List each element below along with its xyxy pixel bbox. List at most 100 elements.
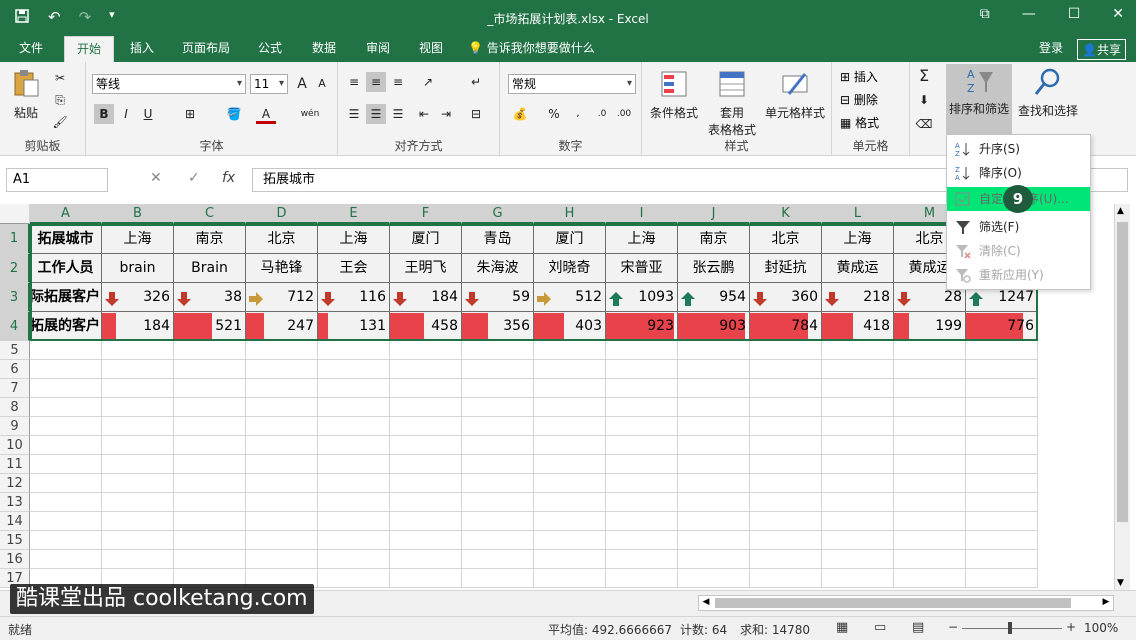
row-header[interactable]: 8 bbox=[0, 398, 30, 417]
databar-cell[interactable]: 199 bbox=[894, 312, 966, 341]
empty-cell[interactable] bbox=[606, 550, 678, 569]
column-header[interactable]: H bbox=[534, 204, 606, 224]
empty-cell[interactable] bbox=[750, 569, 822, 588]
empty-cell[interactable] bbox=[246, 341, 318, 360]
empty-cell[interactable] bbox=[750, 360, 822, 379]
customer-count-cell[interactable]: 954 bbox=[678, 283, 750, 312]
clear-icon[interactable]: ⌫ bbox=[914, 114, 934, 134]
empty-cell[interactable] bbox=[390, 550, 462, 569]
empty-cell[interactable] bbox=[246, 455, 318, 474]
row-header[interactable]: 9 bbox=[0, 417, 30, 436]
empty-cell[interactable] bbox=[966, 512, 1038, 531]
customer-count-cell[interactable]: 712 bbox=[246, 283, 318, 312]
decrease-decimal-icon[interactable]: .00 bbox=[614, 104, 634, 124]
align-bottom-icon[interactable]: ≡ bbox=[388, 72, 408, 92]
staff-cell[interactable]: 马艳锋 bbox=[246, 254, 318, 283]
row-header[interactable]: 14 bbox=[0, 512, 30, 531]
empty-cell[interactable] bbox=[822, 360, 894, 379]
empty-cell[interactable] bbox=[606, 474, 678, 493]
empty-cell[interactable] bbox=[822, 379, 894, 398]
empty-cell[interactable] bbox=[966, 417, 1038, 436]
vertical-scroll-thumb[interactable] bbox=[1117, 222, 1128, 522]
font-size-select[interactable]: 11 bbox=[250, 74, 288, 94]
empty-cell[interactable] bbox=[606, 379, 678, 398]
row-label[interactable]: 拓展的客户 bbox=[30, 312, 102, 341]
staff-cell[interactable]: 张云鹏 bbox=[678, 254, 750, 283]
customer-count-cell[interactable]: 1093 bbox=[606, 283, 678, 312]
tab-view[interactable]: 视图 bbox=[411, 36, 451, 62]
percent-button[interactable]: % bbox=[544, 104, 564, 124]
format-as-table-button[interactable]: 套用 表格格式 bbox=[702, 68, 762, 138]
comma-icon[interactable]: , bbox=[568, 104, 588, 124]
empty-cell[interactable] bbox=[246, 550, 318, 569]
empty-cell[interactable] bbox=[174, 512, 246, 531]
empty-cell[interactable] bbox=[318, 550, 390, 569]
staff-cell[interactable]: 王会 bbox=[318, 254, 390, 283]
empty-cell[interactable] bbox=[318, 569, 390, 588]
empty-cell[interactable] bbox=[750, 341, 822, 360]
empty-cell[interactable] bbox=[390, 379, 462, 398]
empty-cell[interactable] bbox=[30, 474, 102, 493]
empty-cell[interactable] bbox=[750, 474, 822, 493]
empty-cell[interactable] bbox=[750, 493, 822, 512]
tab-formulas[interactable]: 公式 bbox=[250, 36, 290, 62]
empty-cell[interactable] bbox=[390, 493, 462, 512]
empty-cell[interactable] bbox=[174, 417, 246, 436]
empty-cell[interactable] bbox=[894, 512, 966, 531]
empty-cell[interactable] bbox=[102, 455, 174, 474]
empty-cell[interactable] bbox=[174, 455, 246, 474]
row-header[interactable]: 11 bbox=[0, 455, 30, 474]
empty-cell[interactable] bbox=[462, 512, 534, 531]
city-cell[interactable]: 北京 bbox=[750, 224, 822, 254]
empty-cell[interactable] bbox=[30, 379, 102, 398]
empty-cell[interactable] bbox=[966, 493, 1038, 512]
empty-cell[interactable] bbox=[30, 455, 102, 474]
fill-icon[interactable]: ⬇ bbox=[914, 90, 934, 110]
city-cell[interactable]: 厦门 bbox=[534, 224, 606, 254]
wrap-text-icon[interactable]: ↵ bbox=[466, 72, 486, 92]
empty-cell[interactable] bbox=[822, 436, 894, 455]
customer-count-cell[interactable]: 326 bbox=[102, 283, 174, 312]
empty-cell[interactable] bbox=[894, 550, 966, 569]
row-header[interactable]: 7 bbox=[0, 379, 30, 398]
empty-cell[interactable] bbox=[246, 379, 318, 398]
horizontal-scroll-thumb[interactable] bbox=[715, 598, 1071, 608]
column-header[interactable]: L bbox=[822, 204, 894, 224]
zoom-in-icon[interactable]: + bbox=[1066, 620, 1076, 634]
column-header[interactable]: G bbox=[462, 204, 534, 224]
empty-cell[interactable] bbox=[822, 531, 894, 550]
empty-cell[interactable] bbox=[462, 569, 534, 588]
customer-count-cell[interactable]: 116 bbox=[318, 283, 390, 312]
empty-cell[interactable] bbox=[462, 417, 534, 436]
staff-cell[interactable]: 宋普亚 bbox=[606, 254, 678, 283]
empty-cell[interactable] bbox=[678, 550, 750, 569]
empty-cell[interactable] bbox=[678, 474, 750, 493]
city-cell[interactable]: 厦门 bbox=[390, 224, 462, 254]
databar-cell[interactable]: 418 bbox=[822, 312, 894, 341]
empty-cell[interactable] bbox=[750, 531, 822, 550]
empty-cell[interactable] bbox=[462, 360, 534, 379]
empty-cell[interactable] bbox=[606, 436, 678, 455]
empty-cell[interactable] bbox=[318, 436, 390, 455]
align-left-icon[interactable]: ☰ bbox=[344, 104, 364, 124]
column-header[interactable]: C bbox=[174, 204, 246, 224]
empty-cell[interactable] bbox=[390, 341, 462, 360]
empty-cell[interactable] bbox=[390, 474, 462, 493]
column-header[interactable]: K bbox=[750, 204, 822, 224]
empty-cell[interactable] bbox=[678, 512, 750, 531]
empty-cell[interactable] bbox=[318, 379, 390, 398]
empty-cell[interactable] bbox=[30, 493, 102, 512]
empty-cell[interactable] bbox=[390, 417, 462, 436]
decrease-indent-icon[interactable]: ⇤ bbox=[414, 104, 434, 124]
row-header[interactable]: 12 bbox=[0, 474, 30, 493]
empty-cell[interactable] bbox=[894, 417, 966, 436]
merge-center-icon[interactable]: ⊟ bbox=[466, 104, 486, 124]
row-header[interactable]: 3 bbox=[0, 283, 30, 312]
empty-cell[interactable] bbox=[102, 398, 174, 417]
empty-cell[interactable] bbox=[462, 436, 534, 455]
empty-cell[interactable] bbox=[966, 341, 1038, 360]
tab-review[interactable]: 审阅 bbox=[358, 36, 398, 62]
align-middle-icon[interactable]: ≡ bbox=[366, 72, 386, 92]
empty-cell[interactable] bbox=[822, 455, 894, 474]
empty-cell[interactable] bbox=[246, 493, 318, 512]
